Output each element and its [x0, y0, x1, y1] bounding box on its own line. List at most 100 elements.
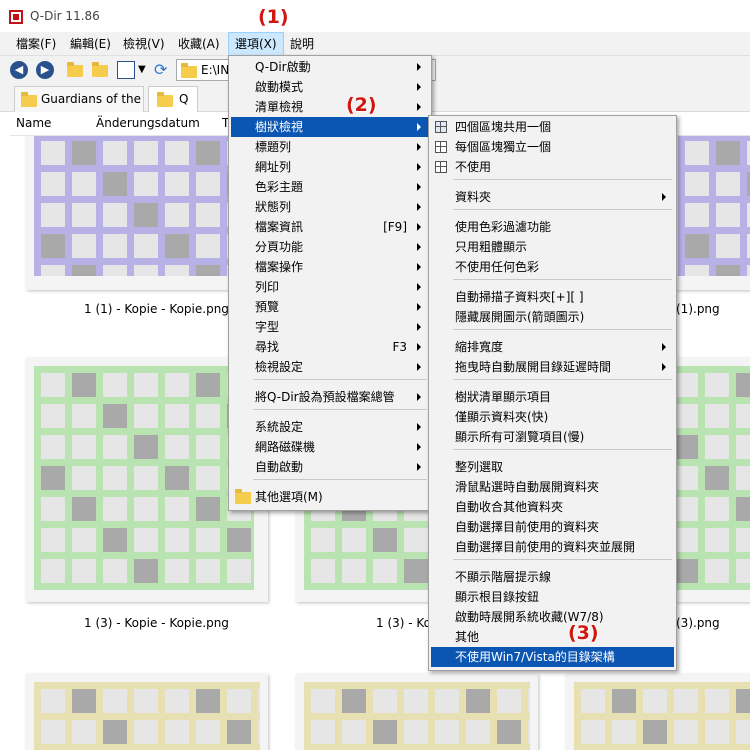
menu-item-label: 啟動模式 — [255, 80, 304, 94]
tree-menu-item[interactable]: 資料夾 — [431, 187, 674, 207]
tree-menu-item[interactable]: 不顯示階層提示線 — [431, 567, 674, 587]
menu-item-label: 不使用任何色彩 — [455, 260, 540, 274]
tree-menu-item[interactable]: 拖曳時自動展開目錄延遲時間 — [431, 357, 674, 377]
tree-menu-item[interactable]: 啟動時展開系統收藏(W7/8) — [431, 607, 674, 627]
file-caption[interactable]: 1 (3) - Kopie - Kopie.png — [84, 616, 229, 630]
menu-file[interactable]: 檔案(F) — [10, 32, 62, 56]
options-menu-item[interactable]: 系統設定 — [231, 417, 429, 437]
submenu-arrow-icon — [417, 203, 421, 211]
tree-menu-item[interactable]: 滑鼠點選時自動展開資料夾 — [431, 477, 674, 497]
options-menu-item[interactable]: 色彩主題 — [231, 177, 429, 197]
file-caption[interactable]: (1).png — [676, 302, 720, 316]
tree-menu-item[interactable]: 每個區塊獨立一個 — [431, 137, 674, 157]
menu-edit[interactable]: 編輯(E) — [64, 32, 117, 56]
menu-item-label: 僅顯示資料夾(快) — [455, 410, 549, 424]
menu-item-label: 檔案操作 — [255, 260, 304, 274]
image-preview — [34, 136, 260, 276]
tree-menu-item[interactable]: 自動掃描子資料夾[+][ ] — [431, 287, 674, 307]
menu-separator — [453, 559, 672, 560]
tree-menu-item[interactable]: 顯示所有可瀏覽項目(慢) — [431, 427, 674, 447]
submenu-arrow-icon — [417, 123, 421, 131]
options-menu-item[interactable]: 其他選項(M) — [231, 487, 429, 507]
menu-view[interactable]: 檢視(V) — [117, 32, 171, 56]
tree-menu-item[interactable]: 整列選取 — [431, 457, 674, 477]
menu-item-label: 網址列 — [255, 160, 292, 174]
menu-separator — [453, 279, 672, 280]
options-menu-item[interactable]: 分頁功能 — [231, 237, 429, 257]
tree-menu-item[interactable]: 僅顯示資料夾(快) — [431, 407, 674, 427]
thumbnail[interactable] — [26, 674, 268, 750]
image-preview — [574, 682, 750, 750]
menu-item-label: 列印 — [255, 280, 280, 294]
submenu-arrow-icon — [417, 163, 421, 171]
column-modified[interactable]: Änderungsdatum — [96, 116, 200, 130]
options-menu-item[interactable]: 樹狀檢視 — [231, 117, 429, 137]
tree-menu-item[interactable]: 自動選擇目前使用的資料夾 — [431, 517, 674, 537]
submenu-arrow-icon — [417, 363, 421, 371]
tree-menu-item[interactable]: 不使用 — [431, 157, 674, 177]
annotation-3: (3) — [568, 622, 599, 644]
submenu-arrow-icon — [662, 343, 666, 351]
thumbnail[interactable] — [566, 674, 750, 750]
tree-menu-item[interactable]: 顯示根目錄按鈕 — [431, 587, 674, 607]
tab-folder-icon — [157, 92, 173, 107]
tree-menu-item[interactable]: 只用粗體顯示 — [431, 237, 674, 257]
menu-favorites[interactable]: 收藏(A) — [172, 32, 226, 56]
options-menu-item[interactable]: 檔案資訊 [F9] — [231, 217, 429, 237]
menu-separator — [453, 449, 672, 450]
tree-menu-item[interactable]: 使用色彩過濾功能 — [431, 217, 674, 237]
tab-q[interactable]: Q — [148, 86, 198, 112]
tree-menu-item[interactable]: 隱藏展開圖示(箭頭圖示) — [431, 307, 674, 327]
options-menu-item[interactable]: 清單檢視 — [231, 97, 429, 117]
menu-item-label: 系統設定 — [255, 420, 304, 434]
annotation-1: (1) — [258, 6, 289, 28]
tree-menu-item[interactable]: 自動選擇目前使用的資料夾並展開 — [431, 537, 674, 557]
options-menu-item[interactable]: 字型 — [231, 317, 429, 337]
options-menu-item[interactable]: 標題列 — [231, 137, 429, 157]
menu-item-label: 不使用Win7/Vista的目錄架構 — [455, 650, 615, 664]
options-menu-item[interactable]: 啟動模式 — [231, 77, 429, 97]
tree-menu-item[interactable]: 不使用任何色彩 — [431, 257, 674, 277]
menu-item-label: 狀態列 — [255, 200, 292, 214]
tree-menu-item[interactable]: 其他 — [431, 627, 674, 647]
tree-menu-item[interactable]: 縮排寬度 — [431, 337, 674, 357]
submenu-arrow-icon — [417, 323, 421, 331]
menu-item-shortcut: [F9] — [383, 220, 407, 234]
menu-item-label: 每個區塊獨立一個 — [455, 140, 552, 154]
tree-menu-item[interactable]: 自動收合其他資料夾 — [431, 497, 674, 517]
tree-menu-item[interactable]: 四個區塊共用一個 — [431, 117, 674, 137]
options-menu-item[interactable]: 檢視設定 — [231, 357, 429, 377]
file-caption[interactable]: (3).png — [676, 616, 720, 630]
options-menu-item[interactable]: 預覽 — [231, 297, 429, 317]
menu-item-label: 檢視設定 — [255, 360, 304, 374]
thumbnail[interactable] — [296, 674, 538, 750]
options-menu-item[interactable]: 狀態列 — [231, 197, 429, 217]
forward-icon[interactable]: ▶ — [36, 61, 54, 79]
file-caption[interactable]: 1 (1) - Kopie - Kopie.png — [84, 302, 229, 316]
options-menu-item[interactable]: 網路磁碟機 — [231, 437, 429, 457]
up-folder-icon[interactable] — [66, 61, 84, 79]
options-menu-item[interactable]: 尋找 F3 — [231, 337, 429, 357]
menu-options[interactable]: 選項(X) — [228, 32, 284, 56]
tab-guardians[interactable]: Guardians of the ... — [14, 86, 144, 120]
submenu-arrow-icon — [417, 463, 421, 471]
menu-item-label: 自動選擇目前使用的資料夾並展開 — [455, 540, 636, 554]
menu-help[interactable]: 說明 — [284, 32, 320, 56]
tree-menu-item[interactable]: 不使用Win7/Vista的目錄架構 — [431, 647, 674, 667]
view-mode-icon[interactable] — [117, 61, 135, 79]
file-caption[interactable]: 1 (3) - Ko — [376, 616, 431, 630]
back-icon[interactable]: ◀ — [10, 61, 28, 79]
column-name[interactable]: Name — [16, 116, 51, 130]
options-menu-item[interactable]: 列印 — [231, 277, 429, 297]
options-menu-item[interactable]: 網址列 — [231, 157, 429, 177]
options-menu-item[interactable]: 自動啟動 — [231, 457, 429, 477]
new-folder-icon[interactable] — [91, 61, 109, 79]
options-menu-item[interactable]: 檔案操作 — [231, 257, 429, 277]
refresh-icon[interactable]: ⟳ — [154, 61, 172, 79]
tree-menu-item[interactable]: 樹狀清單顯示項目 — [431, 387, 674, 407]
thumbnail[interactable] — [670, 136, 750, 290]
options-menu-item[interactable]: 將Q-Dir設為預設檔案總管 — [231, 387, 429, 407]
menu-item-label: 只用粗體顯示 — [455, 240, 528, 254]
options-menu-item[interactable]: Q-Dir啟動 — [231, 57, 429, 77]
menu-item-label: 將Q-Dir設為預設檔案總管 — [255, 390, 395, 404]
